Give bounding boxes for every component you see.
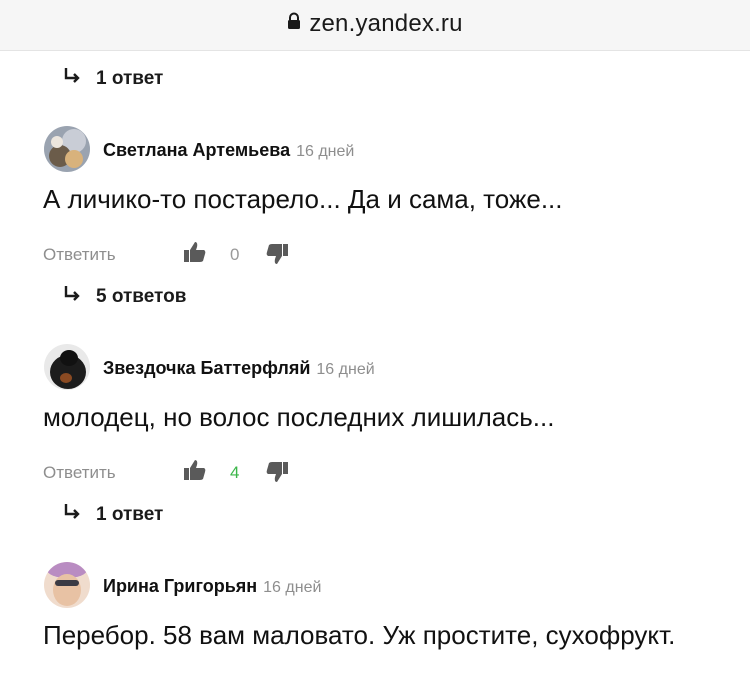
replies-toggle[interactable]: 1 ответ [62, 502, 163, 528]
thumbs-down-icon[interactable] [265, 460, 289, 489]
reply-arrow-icon [62, 66, 86, 92]
replies-label: 1 ответ [96, 504, 164, 526]
reply-arrow-icon [62, 284, 86, 310]
comment-text: Перебор. 58 вам маловато. Уж простите, с… [43, 620, 676, 650]
like-count: 4 [230, 463, 240, 482]
reply-arrow-icon [62, 502, 86, 528]
comment-text: молодец, но волос последних лишилась... [43, 402, 555, 432]
comment-actions: Ответить 4 [43, 458, 343, 488]
author-label: Светлана Артемьева [103, 140, 291, 160]
avatar[interactable] [44, 344, 90, 390]
replies-label: 5 ответов [96, 286, 187, 308]
author-name[interactable]: Ирина Григорьян 16 дней [103, 576, 321, 597]
comment-time: 16 дней [316, 361, 375, 378]
author-label: Звездочка Баттерфляй [103, 358, 311, 378]
comment-time: 16 дней [296, 143, 355, 160]
like-count: 0 [230, 245, 240, 264]
author-label: Ирина Григорьян [103, 576, 258, 596]
reply-button[interactable]: Ответить [43, 245, 116, 265]
comment-text: А личико-то постарело... Да и сама, тоже… [43, 184, 563, 214]
comment-time: 16 дней [263, 579, 322, 596]
author-name[interactable]: Звездочка Баттерфляй 16 дней [103, 358, 375, 379]
thumbs-down-icon[interactable] [265, 242, 289, 271]
replies-label: 1 ответ [96, 68, 164, 90]
replies-toggle[interactable]: 1 ответ [62, 66, 163, 92]
avatar[interactable] [44, 562, 90, 608]
comment-actions: Ответить 0 [43, 240, 343, 270]
reply-button[interactable]: Ответить [43, 463, 116, 483]
browser-url-bar[interactable]: zen.yandex.ru [0, 0, 750, 51]
author-name[interactable]: Светлана Артемьева 16 дней [103, 140, 354, 161]
thumbs-up-icon[interactable] [183, 458, 207, 487]
replies-toggle[interactable]: 5 ответов [62, 284, 186, 310]
thumbs-up-icon[interactable] [183, 240, 207, 269]
avatar[interactable] [44, 126, 90, 172]
url-display[interactable]: zen.yandex.ru [0, 10, 750, 39]
lock-icon [287, 9, 301, 37]
url-text: zen.yandex.ru [309, 10, 463, 37]
